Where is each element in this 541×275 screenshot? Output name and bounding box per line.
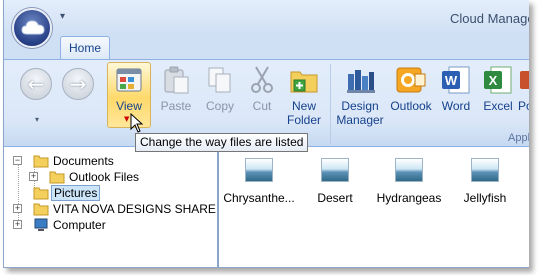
- outlook-icon: [395, 64, 427, 96]
- image-thumbnail-icon: [245, 158, 273, 182]
- back-arrow-icon: ←: [27, 72, 45, 96]
- copy-icon: [204, 64, 236, 96]
- tree-item-vita-nova-designs-share[interactable]: + VITA NOVA DESIGNS SHARE: [13, 201, 216, 217]
- new-folder-label-line2: Folder: [286, 113, 321, 127]
- view-tooltip: Change the way files are listed: [135, 133, 309, 152]
- title-bar: ▾ Cloud Manage: [4, 0, 529, 36]
- image-thumbnail-icon: [321, 158, 349, 182]
- file-name: Desert: [317, 191, 353, 205]
- tree-item-label: VITA NOVA DESIGNS SHARE: [53, 202, 216, 216]
- cloud-icon: [21, 20, 45, 35]
- tree-item-label: Computer: [53, 218, 106, 232]
- powerpoint-label: Po: [518, 99, 529, 113]
- window-title: Cloud Manage: [450, 11, 529, 26]
- content-area: − Documents + Outlook Files Pictures + V…: [4, 148, 529, 267]
- tree-item-label: Documents: [53, 154, 114, 168]
- outlook-button[interactable]: Outlook: [388, 64, 434, 132]
- group-label-applications: Applicatio: [508, 132, 529, 144]
- view-icon: [113, 64, 145, 96]
- tree-item-label: Outlook Files: [69, 170, 140, 184]
- tab-home[interactable]: Home: [60, 36, 110, 60]
- tree-item-label: Pictures: [51, 185, 101, 201]
- copy-button[interactable]: Copy: [200, 64, 240, 132]
- file-item[interactable]: Hydrangeas: [371, 158, 447, 205]
- tree-item-pictures[interactable]: Pictures: [29, 185, 213, 201]
- view-label: View: [116, 99, 142, 113]
- quick-access-dropdown[interactable]: ▾: [60, 11, 65, 22]
- folder-icon: [33, 187, 49, 200]
- new-folder-button[interactable]: New Folder: [284, 64, 324, 132]
- excel-label: Excel: [483, 99, 513, 113]
- new-folder-icon: [288, 64, 320, 96]
- outlook-label: Outlook: [390, 99, 432, 113]
- expand-toggle[interactable]: +: [13, 204, 22, 213]
- app-menu-button[interactable]: [12, 8, 52, 48]
- tree-item-outlook-files[interactable]: + Outlook Files: [29, 169, 213, 185]
- folder-icon: [33, 155, 49, 168]
- ribbon-tab-row: Home: [4, 36, 529, 60]
- file-item[interactable]: Chrysanthe...: [221, 158, 297, 205]
- file-name: Hydrangeas: [376, 191, 442, 205]
- folder-tree: − Documents + Outlook Files Pictures + V…: [4, 148, 219, 267]
- excel-icon: X: [482, 64, 514, 96]
- image-thumbnail-icon: [395, 158, 423, 182]
- word-label: Word: [441, 99, 471, 113]
- group-separator: [330, 64, 331, 144]
- expand-toggle[interactable]: +: [29, 172, 38, 181]
- history-dropdown[interactable]: ▾: [35, 115, 39, 124]
- svg-text:W: W: [445, 73, 458, 88]
- design-manager-button[interactable]: Design Manager: [334, 64, 386, 132]
- design-manager-label-line2: Manager: [336, 113, 384, 127]
- expand-toggle[interactable]: +: [13, 220, 22, 229]
- new-folder-label: New Folder: [284, 99, 324, 127]
- file-name: Chrysanthe...: [223, 191, 295, 205]
- excel-button[interactable]: X Excel: [478, 64, 518, 132]
- file-list: Chrysanthe... Desert Hydrangeas Jellyfis…: [221, 148, 529, 267]
- powerpoint-button[interactable]: Po: [518, 64, 529, 132]
- design-manager-icon: [344, 64, 376, 96]
- design-manager-label: Design Manager: [334, 99, 386, 127]
- powerpoint-icon: [518, 64, 529, 96]
- tree-item-documents[interactable]: − Documents: [13, 153, 213, 169]
- file-item[interactable]: Desert: [297, 158, 373, 205]
- paste-button[interactable]: Paste: [156, 64, 196, 132]
- collapse-toggle[interactable]: −: [13, 156, 22, 165]
- cut-label: Cut: [252, 99, 272, 113]
- svg-text:X: X: [489, 73, 498, 88]
- computer-icon: [34, 218, 48, 231]
- folder-icon: [49, 171, 65, 184]
- paste-icon: [160, 64, 192, 96]
- cut-button[interactable]: Cut: [242, 64, 282, 132]
- image-thumbnail-icon: [471, 158, 499, 182]
- word-button[interactable]: W Word: [436, 64, 476, 132]
- copy-label: Copy: [205, 99, 234, 113]
- mouse-cursor-icon: [130, 113, 144, 133]
- forward-arrow-icon: →: [69, 72, 87, 96]
- forward-button[interactable]: →: [62, 68, 94, 100]
- design-manager-label-line1: Design: [341, 99, 379, 113]
- file-item[interactable]: Jellyfish: [447, 158, 523, 205]
- app-window: ▾ Cloud Manage Home ← → ▾ View ▼ Paste C…: [3, 0, 529, 268]
- file-name: Jellyfish: [463, 191, 507, 205]
- back-button[interactable]: ←: [20, 68, 52, 100]
- new-folder-label-line1: New: [291, 99, 316, 113]
- tree-item-computer[interactable]: + Computer: [13, 217, 213, 233]
- paste-label: Paste: [160, 99, 192, 113]
- view-dropdown-arrow[interactable]: ▼: [124, 115, 129, 123]
- folder-icon: [33, 203, 49, 216]
- scissors-icon: [246, 64, 278, 96]
- word-icon: W: [440, 64, 472, 96]
